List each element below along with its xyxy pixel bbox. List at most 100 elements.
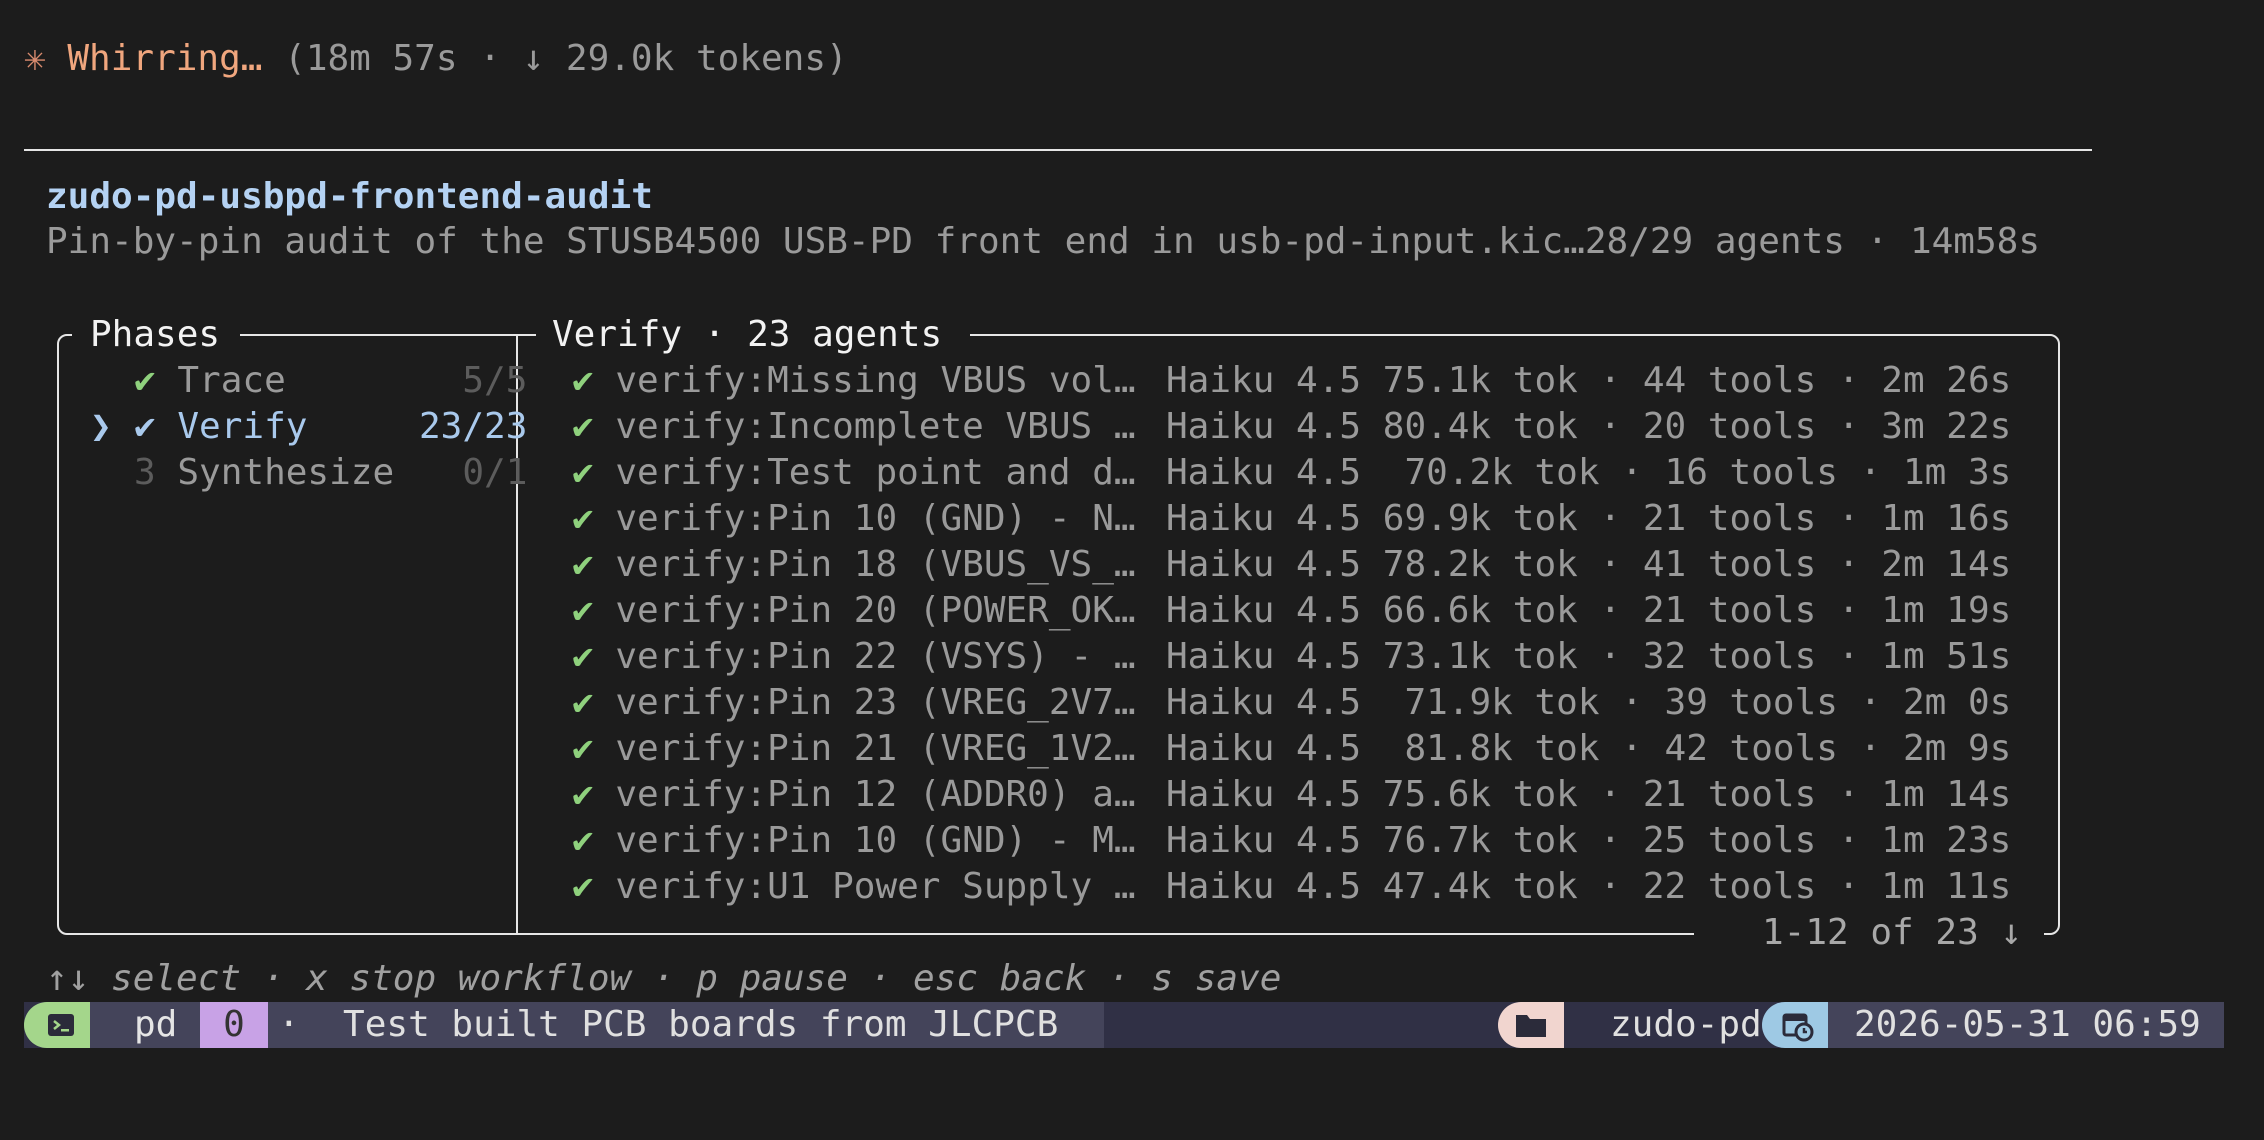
agent-name: verify:Pin 10 (GND) - N… [615,498,1136,539]
agent-row[interactable]: ✔ verify:Pin 20 (POWER_OK… [572,588,1136,634]
agent-usage: 76.7k tok · 25 tools · 1m 23s [1382,820,2012,861]
agent-model: Haiku 4.5 [1166,360,1362,401]
agent-model: Haiku 4.5 [1166,498,1362,539]
window-title[interactable]: · Test built PCB boards from JLCPCB [268,1002,1104,1048]
check-icon: ✔ [572,820,594,861]
phase-item-trace[interactable]: ✔ Trace 5/5 [90,358,527,404]
agent-stats: Haiku 4.5 66.6k tok · 21 tools · 1m 19s [1166,588,2011,634]
workflow-title: zudo-pd-usbpd-frontend-audit [46,176,653,217]
agent-model: Haiku 4.5 [1166,590,1362,631]
agent-name: verify:Pin 22 (VSYS) - … [615,636,1136,677]
spinner-status: ✳ Whirring… (18m 57s · ↓ 29.0k tokens) [24,36,848,82]
phase-count: 5/5 [462,360,528,401]
agent-row[interactable]: ✔ verify:Pin 22 (VSYS) - … [572,634,1136,680]
check-icon: ✔ [572,360,594,401]
agent-model: Haiku 4.5 [1166,728,1362,769]
phase-label: Verify [177,406,308,447]
agent-row[interactable]: ✔ verify:Pin 12 (ADDR0) a… [572,772,1136,818]
calendar-clock-icon [1762,1002,1828,1048]
agent-stats: Haiku 4.5 80.4k tok · 20 tools · 3m 22s [1166,404,2011,450]
spinner-meta: (18m 57s · ↓ 29.0k tokens) [284,38,848,79]
phases-title: Phases [90,314,221,355]
agent-usage: 66.6k tok · 21 tools · 1m 19s [1382,590,2012,631]
agent-name: verify:Missing VBUS vol… [615,360,1136,401]
agent-stats: Haiku 4.5 70.2k tok · 16 tools · 1m 3s [1166,450,2011,496]
agent-model: Haiku 4.5 [1166,452,1362,493]
spinner-icon: ✳ [24,38,46,79]
agent-name: verify:Pin 23 (VREG_2V7… [615,682,1136,723]
agent-name: verify:Pin 20 (POWER_OK… [615,590,1136,631]
phase-count: 0/1 [462,452,528,493]
window-dot: · [278,1004,300,1045]
check-icon: ✔ [572,636,594,677]
folder-name: zudo-pd [1564,1002,1786,1048]
spinner-word: Whirring… [67,38,263,79]
agent-model: Haiku 4.5 [1166,636,1362,677]
check-icon: ✔ [572,498,594,539]
agent-model: Haiku 4.5 [1166,866,1362,907]
check-icon: ✔ [572,590,594,631]
check-icon: ✔ [134,360,156,401]
agent-row[interactable]: ✔ verify:Test point and d… [572,450,1136,496]
agent-stats: Haiku 4.5 76.7k tok · 25 tools · 1m 23s [1166,818,2011,864]
phase-label: Trace [177,360,286,401]
agent-stats: Haiku 4.5 71.9k tok · 39 tools · 2m 0s [1166,680,2011,726]
agent-model: Haiku 4.5 [1166,682,1362,723]
agent-stats: Haiku 4.5 81.8k tok · 42 tools · 2m 9s [1166,726,2011,772]
agent-model: Haiku 4.5 [1166,820,1362,861]
agent-model: Haiku 4.5 [1166,406,1362,447]
divider [24,149,2092,151]
agent-row[interactable]: ✔ verify:Incomplete VBUS … [572,404,1136,450]
workflow-description: Pin-by-pin audit of the STUSB4500 USB-PD… [46,221,2040,262]
phase-number: 3 [134,452,156,493]
check-icon: ✔ [572,406,594,447]
task-label: Test built PCB boards from JLCPCB [343,1004,1059,1045]
phase-count: 23/23 [419,406,528,447]
terminal-icon [24,1002,90,1048]
agent-model: Haiku 4.5 [1166,774,1362,815]
agent-row[interactable]: ✔ verify:Missing VBUS vol… [572,358,1136,404]
agent-name: verify:Incomplete VBUS … [615,406,1136,447]
check-icon: ✔ [572,866,594,907]
agent-usage: 75.6k tok · 21 tools · 1m 14s [1382,774,2012,815]
check-icon: ✔ [572,774,594,815]
agent-model: Haiku 4.5 [1166,544,1362,585]
agent-row[interactable]: ✔ verify:Pin 21 (VREG_1V2… [572,726,1136,772]
check-icon: ✔ [572,452,594,493]
keyboard-hints: ↑↓ select · x stop workflow · p pause · … [46,958,1282,999]
agent-usage: 75.1k tok · 44 tools · 2m 26s [1382,360,2012,401]
check-icon: ✔ [572,544,594,585]
agent-usage: 81.8k tok · 42 tools · 2m 9s [1382,728,2012,769]
agent-name: verify:Pin 18 (VBUS_VS_… [615,544,1136,585]
window-index[interactable]: 0 [200,1002,268,1048]
agents-panel-title: Verify · 23 agents [552,314,943,355]
phase-item-synthesize[interactable]: 3 Synthesize 0/1 [90,450,527,496]
check-icon: ✔ [572,728,594,769]
agent-stats: Haiku 4.5 47.4k tok · 22 tools · 1m 11s [1166,864,2011,910]
agent-row[interactable]: ✔ verify:U1 Power Supply … [572,864,1136,910]
agent-usage: 71.9k tok · 39 tools · 2m 0s [1382,682,2012,723]
agent-usage: 69.9k tok · 21 tools · 1m 16s [1382,498,2012,539]
agent-row[interactable]: ✔ verify:Pin 23 (VREG_2V7… [572,680,1136,726]
agent-stats: Haiku 4.5 78.2k tok · 41 tools · 2m 14s [1166,542,2011,588]
agent-row[interactable]: ✔ verify:Pin 10 (GND) - M… [572,818,1136,864]
check-icon: ✔ [134,406,156,447]
agent-name: verify:Test point and d… [615,452,1136,493]
agent-usage: 78.2k tok · 41 tools · 2m 14s [1382,544,2012,585]
agent-stats: Haiku 4.5 75.1k tok · 44 tools · 2m 26s [1166,358,2011,404]
agent-row[interactable]: ✔ verify:Pin 10 (GND) - N… [572,496,1136,542]
agent-stats: Haiku 4.5 75.6k tok · 21 tools · 1m 14s [1166,772,2011,818]
agent-name: verify:Pin 12 (ADDR0) a… [615,774,1136,815]
phase-item-verify[interactable]: ❯ ✔ Verify 23/23 [90,404,527,450]
tmux-status-bar: pd 0 · Test built PCB boards from JLCPCB… [24,1002,2224,1048]
agent-row[interactable]: ✔ verify:Pin 18 (VBUS_VS_… [572,542,1136,588]
agent-name: verify:U1 Power Supply … [615,866,1136,907]
phase-label: Synthesize [177,452,395,493]
pagination: 1-12 of 23 ↓ [1762,912,2023,953]
folder-icon [1498,1002,1564,1048]
phase-selector-icon: ❯ [90,406,112,447]
agent-usage: 70.2k tok · 16 tools · 1m 3s [1382,452,2012,493]
agent-stats: Haiku 4.5 73.1k tok · 32 tools · 1m 51s [1166,634,2011,680]
agent-usage: 73.1k tok · 32 tools · 1m 51s [1382,636,2012,677]
agent-stats: Haiku 4.5 69.9k tok · 21 tools · 1m 16s [1166,496,2011,542]
